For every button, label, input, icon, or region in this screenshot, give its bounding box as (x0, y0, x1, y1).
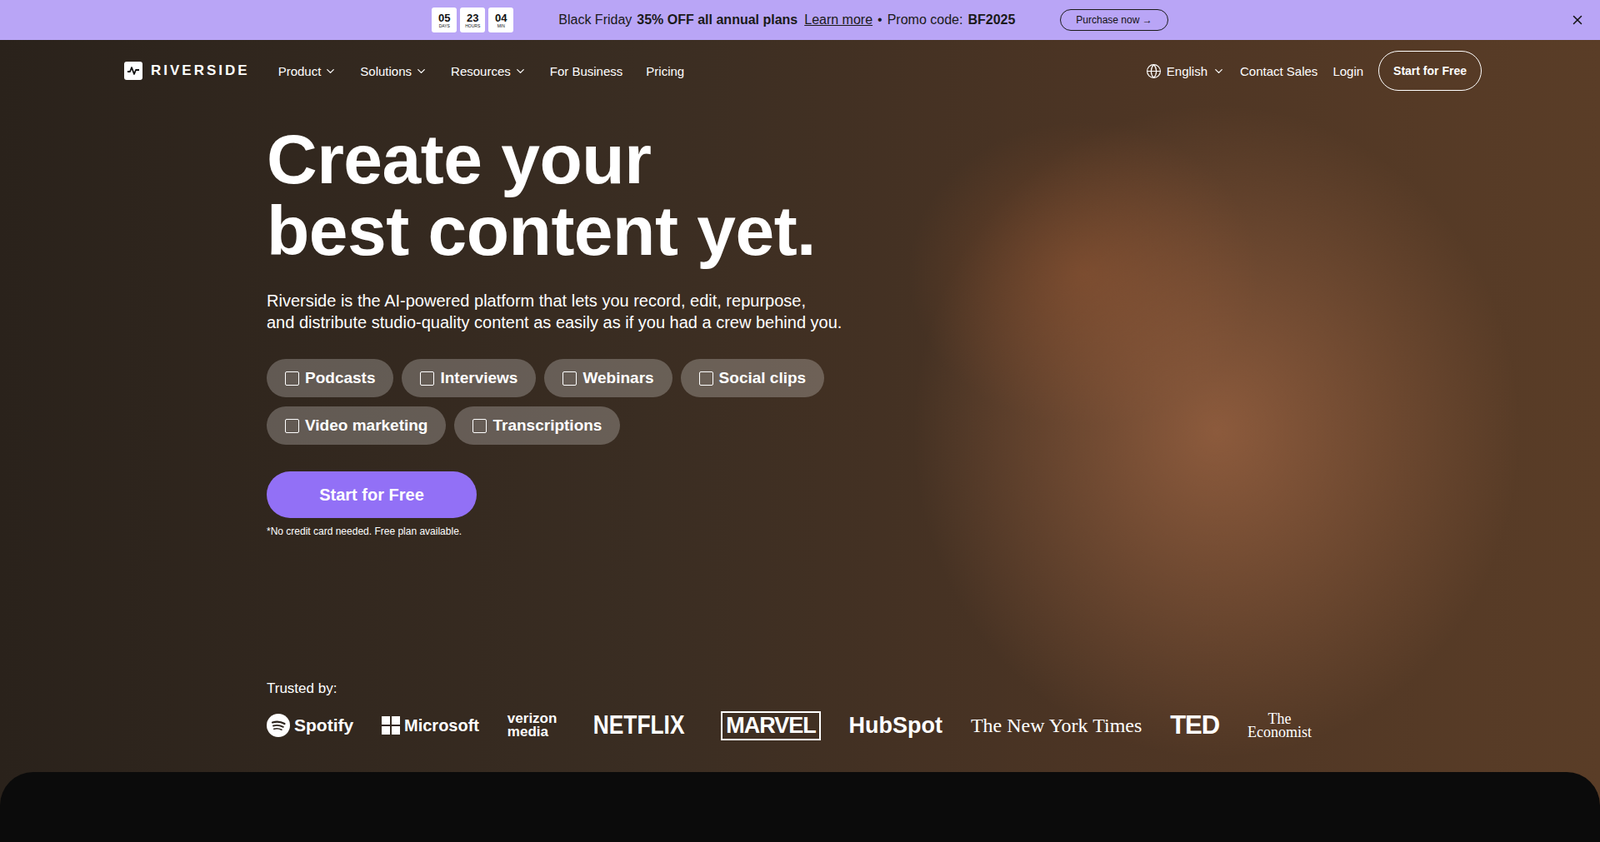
checkbox[interactable] (420, 371, 435, 386)
chevron-down-icon (1212, 65, 1225, 78)
contact-sales-link[interactable]: Contact Sales (1240, 64, 1318, 79)
use-case-chip[interactable]: Webinars (544, 359, 672, 398)
brand-name: TED (1170, 710, 1220, 741)
bottom-panel (0, 772, 1600, 842)
brand-name: The New York Times (970, 715, 1142, 738)
use-case-chip[interactable]: Social clips (680, 359, 825, 398)
headline-line: best content yet. (266, 195, 1600, 267)
microsoft-icon (381, 716, 400, 735)
chevron-down-icon (324, 65, 337, 78)
brand-logo: verizonmedia (507, 712, 558, 740)
use-case-chip[interactable]: Video marketing (266, 406, 446, 445)
brand-name: verizonmedia (507, 712, 558, 740)
chevron-down-icon (514, 65, 527, 78)
brand-name: Spotify (294, 715, 354, 736)
brand-logo: TheEconomist (1247, 712, 1312, 740)
subtitle-line: and distribute studio-quality content as… (266, 311, 1600, 334)
close-icon (1570, 12, 1585, 28)
logo-text: RIVERSIDE (150, 62, 250, 80)
checkbox[interactable] (699, 371, 714, 386)
brand-name: Microsoft (404, 716, 480, 736)
countdown-unit: DAYS (439, 23, 450, 29)
nav-start-button[interactable]: Start for Free (1378, 50, 1482, 91)
logo-row: Spotify Microsoft verizonmedia NETFLIX MARVE… (266, 710, 1312, 741)
trusted-by: Trusted by: Spotify Microsoft verizonmedia N… (266, 680, 1600, 741)
brand-name: MARVEL (725, 713, 816, 740)
nav-item[interactable]: Product (278, 64, 338, 79)
nav-right: English Contact Sales Login Start for Free (1145, 50, 1482, 91)
countdown-value: 23 (466, 12, 479, 24)
headline-line: Create your (266, 123, 1600, 195)
chevron-down-icon (415, 65, 428, 78)
hero-stage: RIVERSIDE Product Solutions Resources For Bu… (0, 40, 1600, 842)
subtitle: Riverside is the AI-powered platform tha… (266, 290, 1600, 334)
use-case-chip[interactable]: Transcriptions (454, 406, 620, 445)
brand-name: TheEconomist (1247, 712, 1312, 740)
brand-logo: Microsoft (381, 716, 480, 736)
use-case-chip[interactable]: Podcasts (266, 359, 394, 398)
brand-logo: MARVEL (720, 711, 821, 741)
nav-item[interactable]: Solutions (360, 64, 428, 79)
brand-logo: HubSpot (849, 713, 943, 740)
countdown-unit: MIN (497, 23, 505, 29)
checkbox[interactable] (472, 419, 487, 434)
trusted-label: Trusted by: (266, 680, 1600, 698)
navbar: RIVERSIDE Product Solutions Resources For Bu… (0, 40, 1600, 102)
subtitle-line: Riverside is the AI-powered platform tha… (266, 290, 1600, 312)
banner-content: 05DAYS23HOURS04MINBlack Friday35% OFF al… (431, 7, 1168, 33)
spotify-icon (266, 714, 290, 738)
riverside-logo-icon (124, 61, 143, 80)
purchase-button[interactable]: Purchase now → (1060, 9, 1168, 31)
nav-item[interactable]: Pricing (645, 64, 685, 79)
brand-name: NETFLIX (593, 710, 685, 741)
checkbox[interactable] (285, 419, 300, 434)
countdown-value: 04 (495, 12, 507, 24)
page: 05DAYS23HOURS04MINBlack Friday35% OFF al… (0, 0, 1600, 842)
start-free-button[interactable]: Start for Free (266, 471, 477, 519)
language-picker[interactable]: English (1145, 63, 1225, 80)
chip-row: Video marketingTranscriptions (266, 406, 1600, 445)
checkbox[interactable] (285, 371, 300, 386)
countdown-unit: HOURS (465, 23, 480, 29)
learn-more-link[interactable]: Learn more (804, 12, 873, 28)
countdown-box: 04MIN (488, 7, 514, 33)
countdown: 05DAYS23HOURS04MIN (431, 7, 514, 33)
login-link[interactable]: Login (1332, 64, 1364, 79)
globe-icon (1145, 63, 1162, 80)
logo[interactable]: RIVERSIDE (124, 61, 250, 80)
chip-row: PodcastsInterviewsWebinarsSocial clips (266, 359, 1600, 398)
headline: Create yourbest content yet. (266, 123, 1600, 267)
close-banner-button[interactable] (1570, 12, 1585, 28)
countdown-value: 05 (438, 12, 450, 24)
brand-logo: The New York Times (970, 715, 1142, 738)
nav-item[interactable]: Resources (450, 64, 527, 79)
countdown-box: 23HOURS (460, 7, 485, 33)
brand-name: HubSpot (849, 713, 943, 740)
banner-text: Black Friday35% OFF all annual plansLear… (558, 12, 1015, 28)
use-case-chips: PodcastsInterviewsWebinarsSocial clips Vi… (266, 359, 1600, 445)
brand-logo: NETFLIX (593, 710, 685, 741)
hero: Create yourbest content yet. Riverside is… (0, 101, 1600, 773)
nav-item[interactable]: For Business (550, 64, 624, 79)
brand-logo: TED (1170, 710, 1220, 741)
brand-logo: Spotify (266, 714, 354, 738)
use-case-chip[interactable]: Interviews (401, 359, 536, 398)
nav-items: Product Solutions Resources For Business Pri… (278, 64, 685, 79)
countdown-box: 05DAYS (431, 7, 457, 33)
promo-banner: 05DAYS23HOURS04MINBlack Friday35% OFF al… (0, 0, 1600, 40)
checkbox[interactable] (562, 371, 577, 386)
no-card-note: *No credit card needed. Free plan availa… (266, 525, 1600, 538)
